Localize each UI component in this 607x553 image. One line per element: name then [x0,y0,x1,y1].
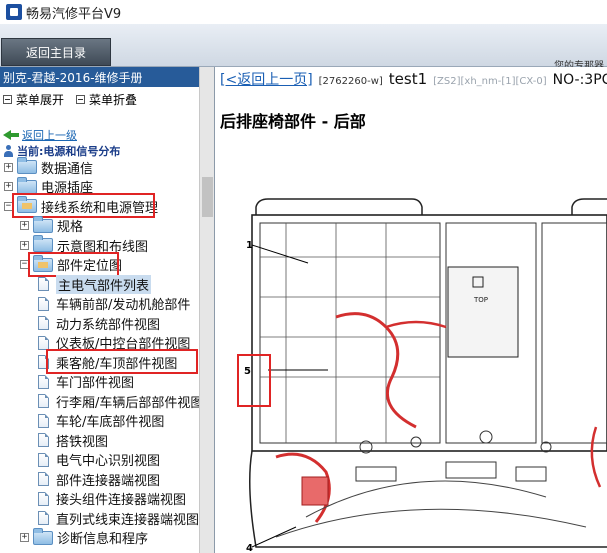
tree-item-label: 主电气部件列表 [56,274,152,294]
document-icon [38,413,49,428]
tree-item-label: 规格 [57,220,84,235]
document-ref: [2762260-w] [318,76,383,87]
tree-item-label: 行李厢/车辆后部部件视图 [56,395,204,411]
expand-icon [3,94,12,104]
tree-item-label: 数据通信 [41,161,94,177]
manual-title: 别克-君越-2016-维修手册 [0,67,214,87]
document-icon [38,316,49,330]
expand-toggle[interactable]: + [20,533,29,542]
tree-item-label: 车辆前部/发动机舱部件 [56,298,191,313]
window-title-bar: 畅易汽修平台V9 [0,0,607,24]
collapse-all-button[interactable]: 菜单折叠 [76,91,137,108]
document-icon [38,433,49,447]
test-label: test1 [388,70,428,88]
tree-item[interactable]: 车轮/车底部件视图 [38,411,164,431]
document-icon [38,296,49,311]
highlight-box [46,349,198,374]
document-icon [38,491,49,506]
expand-toggle[interactable]: + [20,240,29,250]
tree-item[interactable]: 电气中心识别视图 [38,450,160,470]
tree-item-label: 接头组件连接器端视图 [56,493,187,508]
expand-all-button[interactable]: 菜单展开 [3,91,64,108]
tree-item[interactable]: + 数据通信 [4,157,93,177]
callout-1: 1 [246,240,253,251]
highlight-box [12,193,155,218]
document-icon [38,335,49,350]
back-up-link[interactable]: 返回上一级 [3,127,77,143]
tree-item[interactable]: 部件连接器端视图 [38,469,160,489]
expand-all-label: 菜单展开 [16,92,65,107]
callout-5-highlight [237,354,271,407]
tree-item[interactable]: + 规格 [20,215,84,236]
scrollbar-thumb[interactable] [202,177,213,217]
user-icon [3,145,14,157]
folder-icon [33,215,53,233]
navigation-panel: 别克-君越-2016-维修手册 菜单展开 菜单折叠 返回上一级 当前:电源和信号… [0,67,215,553]
tree-item-label: 动力系统部件视图 [56,317,161,333]
content-panel: [<返回上一页] [2762260-w] test1 [ZS2][xh_nm-[… [216,67,607,553]
tree-item[interactable]: 车辆前部/发动机舱部件 [38,294,190,314]
document-icon [38,452,49,467]
toolbar: 返回主目录 您的专那器 [0,24,607,72]
app-icon [6,4,22,20]
document-icon [38,394,49,408]
expand-toggle[interactable]: + [20,221,29,230]
back-arrow-icon [3,130,19,140]
tree-item[interactable]: 搭铁视图 [38,430,108,450]
tree-item-label: 诊断信息和程序 [57,532,149,547]
tree-item-label: 部件连接器端视图 [56,473,161,489]
tree-item-label: 车轮/车底部件视图 [56,415,165,430]
folder-icon [17,157,37,174]
tree-item-label: 直列式线束连接器端视图 [56,512,200,528]
expand-toggle[interactable]: + [4,162,13,172]
menu-actions: 菜单展开 菜单折叠 [0,87,214,111]
tree-item[interactable]: 直列式线束连接器端视图 [38,508,199,528]
window-title: 畅易汽修平台V9 [26,6,122,22]
document-icon [38,472,49,486]
collapse-all-label: 菜单折叠 [89,92,138,107]
folder-icon [33,527,53,545]
rear-seat-component-diagram: TOP 1 5 4 [244,198,607,553]
back-previous-page-link[interactable]: [<返回上一页] [220,69,313,89]
tree-scrollbar[interactable] [199,67,214,553]
tree-item[interactable]: 行李厢/车辆后部部件视图 [38,391,203,411]
callout-4: 4 [246,543,253,553]
folder-icon [17,176,37,194]
tree-item[interactable]: 车门部件视图 [38,372,134,392]
folder-icon [33,235,53,252]
document-icon [38,511,49,525]
tree-item-label: 搭铁视图 [56,434,109,450]
tree-item[interactable]: 接头组件连接器端视图 [38,489,186,509]
tree-item[interactable]: 动力系统部件视图 [38,313,160,333]
document-icon [38,374,49,389]
back-up-label: 返回上一级 [22,129,77,142]
tree-item[interactable]: + 诊断信息和程序 [20,527,149,548]
part-code: NO-:3PC: [552,72,607,88]
tree-item-label: 车门部件视图 [56,376,135,391]
tree-item[interactable]: 主电气部件列表 [38,274,152,294]
collapse-icon [76,94,86,104]
tree-item-label: 电气中心识别视图 [56,454,161,469]
content-header: [<返回上一页] [2762260-w] test1 [ZS2][xh_nm-[… [220,69,607,89]
expand-toggle[interactable]: + [4,182,13,191]
top-marker: TOP [473,296,488,304]
internal-ref: [ZS2][xh_nm-[1][CX-0] [433,76,547,87]
highlight-box [28,251,119,277]
return-home-button[interactable]: 返回主目录 [1,38,111,66]
document-icon [38,277,49,291]
